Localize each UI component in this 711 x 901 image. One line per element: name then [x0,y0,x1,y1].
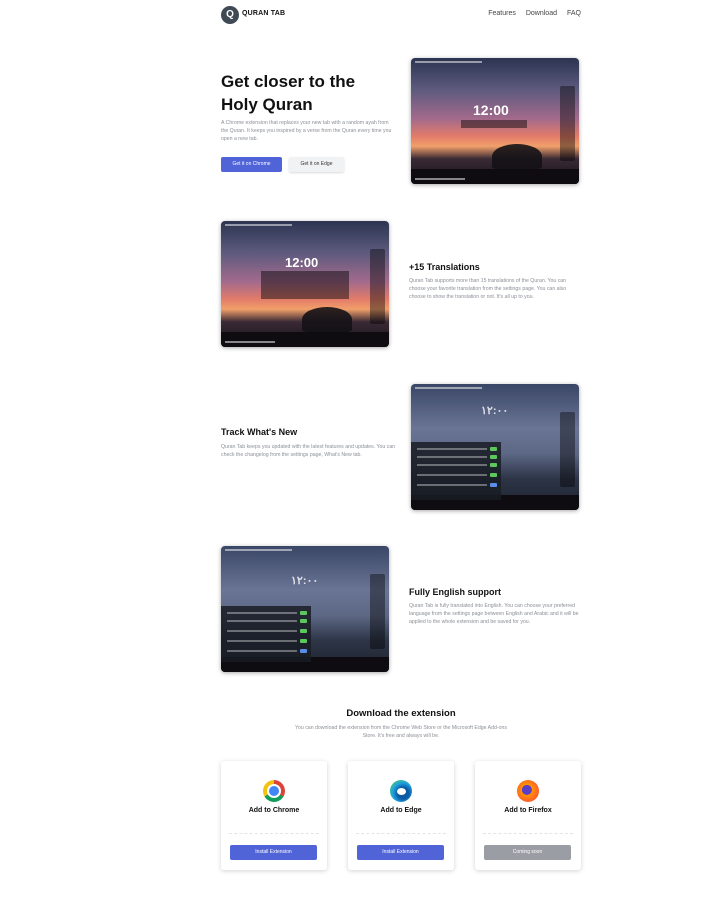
changelog-tag [300,649,307,653]
screenshot-ground [411,168,579,184]
screenshot-prayer-times [560,85,575,162]
card-divider [229,833,319,834]
changelog-tag [490,463,497,467]
chrome-icon [263,780,285,802]
feature-whats-new-title: Track What's New [221,427,298,437]
screenshot-clock: ١٢:٠٠ [481,405,509,417]
site-header: Q QURAN TAB Features Download FAQ [221,6,581,24]
quran-tab-logo-icon[interactable]: Q [221,6,239,24]
brand-name[interactable]: QURAN TAB [242,10,285,17]
card-divider [483,833,573,834]
screenshot-translation-box [261,271,349,299]
screenshot-bottombar [415,178,466,180]
hero-description: A Chrome extension that replaces your ne… [221,120,392,142]
chrome-install-button[interactable]: Install Extension [230,845,317,860]
english-support-screenshot: ١٢:٠٠ [221,546,389,672]
changelog-tag [300,619,307,623]
screenshot-topbar [415,61,483,63]
firefox-icon [517,780,539,802]
edge-install-button[interactable]: Install Extension [357,845,444,860]
changelog-row [417,474,487,476]
screenshot-topbar [225,549,293,551]
hero-title: Get closer to the Holy Quran [221,72,356,114]
edge-card-label: Add to Edge [380,807,422,814]
changelog-row [227,612,297,614]
changelog-tag [490,455,497,459]
screenshot-ayah-box [461,120,527,128]
nav-download-link[interactable]: Download [526,10,557,17]
screenshot-changelog-panel [411,442,501,500]
nav-faq-link[interactable]: FAQ [567,10,581,17]
feature-english-description: Quran Tab is fully translated into Engli… [409,603,579,625]
changelog-tag [490,473,497,477]
feature-whats-new-description: Quran Tab keeps you updated with the lat… [221,444,396,458]
screenshot-tree [491,143,543,169]
hero-screenshot: 12:00 [411,58,579,184]
changelog-tag [300,611,307,615]
feature-english-title: Fully English support [409,587,501,597]
screenshot-clock: ١٢:٠٠ [291,575,319,587]
changelog-row [417,456,487,458]
changelog-row [417,448,487,450]
screenshot-prayer-times [560,411,575,488]
download-description: You can download the extension from the … [295,725,507,739]
get-it-on-edge-button[interactable]: Get it on Edge [289,157,344,172]
card-divider [356,833,446,834]
screenshot-clock: 12:00 [473,102,509,118]
whats-new-screenshot: ١٢:٠٠ [411,384,579,510]
screenshot-prayer-times [370,573,385,650]
screenshot-prayer-times [370,248,385,325]
screenshot-changelog-panel [221,606,311,662]
top-nav: Features Download FAQ [488,10,581,17]
feature-translations-description: Quran Tab supports more than 15 translat… [409,278,567,300]
changelog-tag [300,639,307,643]
changelog-row [227,640,297,642]
feature-translations-title: +15 Translations [409,262,480,272]
screenshot-topbar [415,387,483,389]
changelog-tag [490,447,497,451]
changelog-row [227,630,297,632]
changelog-row [227,650,297,652]
chrome-card: Add to Chrome Install Extension [221,761,327,870]
firefox-coming-soon-button: Coming soon [484,845,571,860]
download-title: Download the extension [346,708,456,719]
screenshot-clock: 12:00 [285,255,319,270]
firefox-card-label: Add to Firefox [504,807,552,814]
edge-icon [390,780,412,802]
changelog-row [227,620,297,622]
nav-features-link[interactable]: Features [488,10,516,17]
screenshot-topbar [225,224,293,226]
firefox-card: Add to Firefox Coming soon [475,761,581,870]
chrome-card-label: Add to Chrome [248,807,300,814]
get-it-on-chrome-button[interactable]: Get it on Chrome [221,157,282,172]
changelog-tag [300,629,307,633]
screenshot-tree [301,306,353,332]
changelog-tag [490,483,497,487]
changelog-row [417,484,487,486]
changelog-row [417,464,487,466]
edge-card: Add to Edge Install Extension [348,761,454,870]
screenshot-ground [221,331,389,347]
translations-screenshot: 12:00 [221,221,389,347]
screenshot-bottombar [225,341,276,343]
